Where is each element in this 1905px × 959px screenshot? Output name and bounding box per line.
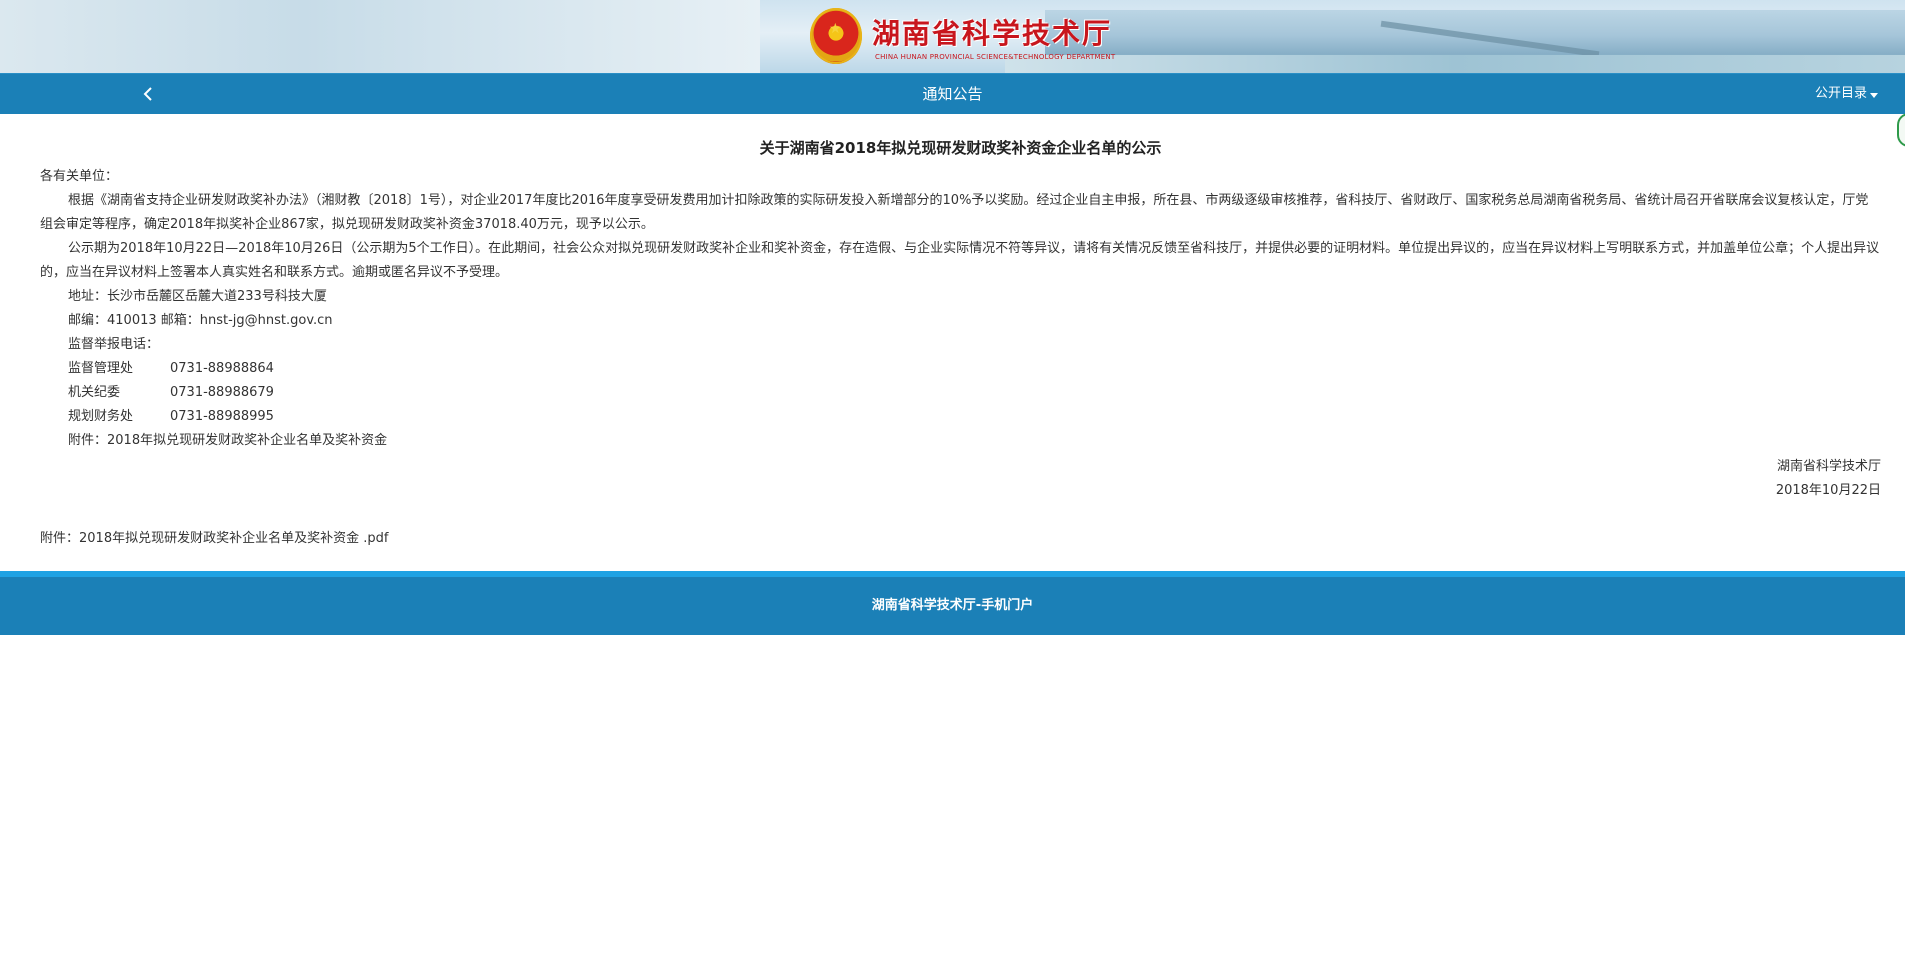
contact-phone: 0731-88988995 (170, 409, 274, 424)
article-paragraph-1: 根据《湖南省支持企业研发财政奖补办法》（湘财教〔2018〕1号），对企业2017… (40, 193, 1869, 232)
contact-phone: 0731-88988679 (170, 385, 274, 400)
contact-row: 规划财务处 0731-88988995 (40, 405, 1881, 429)
footer: 湖南省科学技术厅-手机门户 (0, 571, 1905, 635)
star-icon: ★ (829, 21, 842, 37)
attachment-pdf-link[interactable]: 附件：2018年拟兑现研发财政奖补企业名单及奖补资金 .pdf (40, 503, 1881, 551)
hotline-label: 监督举报电话： (68, 337, 160, 352)
contact-row: 监督管理处 0731-88988864 (40, 357, 1881, 381)
banner-water (1005, 55, 1905, 73)
attachment-note: 附件：2018年拟兑现研发财政奖补企业名单及奖补资金 (68, 433, 388, 448)
article-content: 关于湖南省2018年拟兑现研发财政奖补资金企业名单的公示 各有关单位： 根据《湖… (0, 114, 1905, 551)
catalog-dropdown-label: 公开目录 (1814, 86, 1867, 101)
site-subtitle: CHINA HUNAN PROVINCIAL SCIENCE&TECHNOLOG… (875, 53, 1116, 61)
contact-dept: 机关纪委 (68, 385, 121, 400)
contact-address: 地址：长沙市岳麓区岳麓大道233号科技大厦 (68, 289, 327, 304)
signature-org: 湖南省科学技术厅 (1776, 459, 1881, 474)
contact-phone: 0731-88988864 (170, 361, 274, 376)
contact-dept: 监督管理处 (68, 361, 134, 376)
catalog-dropdown[interactable]: 公开目录 (1815, 74, 1878, 114)
footer-text[interactable]: 湖南省科学技术厅-手机门户 (872, 598, 1033, 613)
signature-date: 2018年10月22日 (1775, 483, 1881, 498)
header-banner: ★ 湖南省科学技术厅 CHINA HUNAN PROVINCIAL SCIENC… (0, 0, 1905, 73)
site-title: 湖南省科学技术厅 (872, 17, 1113, 50)
article-greeting: 各有关单位： (40, 169, 119, 184)
contact-dept: 规划财务处 (68, 409, 134, 424)
banner-sky (0, 0, 760, 73)
signature-block: 湖南省科学技术厅 2018年10月22日 (40, 453, 1881, 503)
caret-down-icon (1870, 92, 1878, 98)
article-paragraph-2: 公示期为2018年10月22日—2018年10月26日（公示期为5个工作日）。在… (40, 241, 1880, 280)
contact-row: 机关纪委 0731-88988679 (40, 381, 1881, 405)
contact-postal-email: 邮编：410013 邮箱：hnst-jg@hnst.gov.cn (68, 313, 333, 328)
navbar: 通知公告 公开目录 (0, 73, 1905, 114)
nav-title: 通知公告 (922, 85, 983, 103)
national-emblem-icon: ★ (810, 8, 862, 64)
article-title: 关于湖南省2018年拟兑现研发财政奖补资金企业名单的公示 (759, 139, 1162, 157)
